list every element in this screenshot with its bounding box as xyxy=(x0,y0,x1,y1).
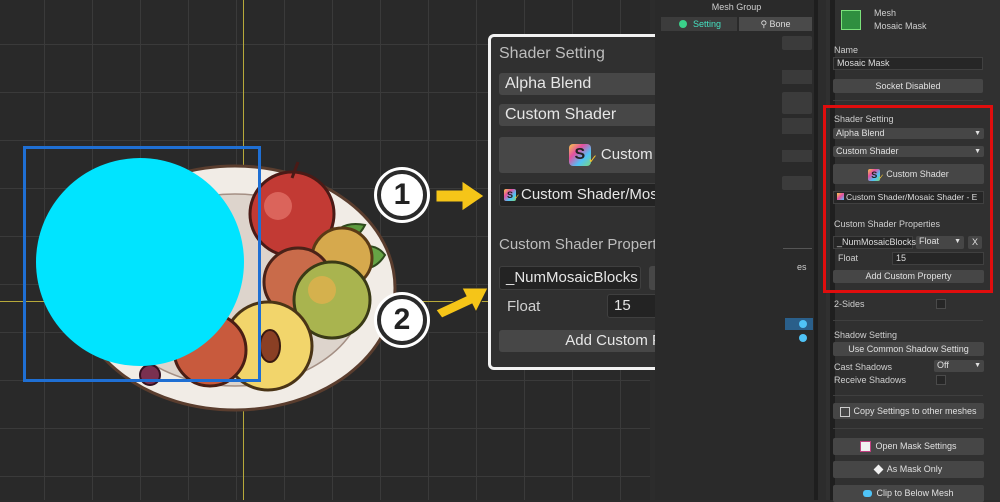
shader-type-dropdown-small[interactable]: Custom Shader ▼ xyxy=(833,146,984,157)
visibility-icon[interactable] xyxy=(799,320,807,328)
two-sides-checkbox[interactable] xyxy=(936,299,946,309)
mesh-group-header: Mesh Group xyxy=(711,2,762,12)
two-sides-label: 2-Sides xyxy=(834,299,865,309)
shadow-setting-title: Shadow Setting xyxy=(834,330,898,340)
receive-shadows-checkbox[interactable] xyxy=(936,375,946,385)
cast-shadows-label: Cast Shadows xyxy=(834,362,893,372)
name-label: Name xyxy=(834,45,859,55)
shader-asset-small-value: Custom Shader/Mosaic Shader - E xyxy=(846,192,978,202)
copy-icon xyxy=(840,406,851,417)
blend-mode-dropdown-small[interactable]: Alpha Blend ▼ xyxy=(833,128,984,139)
clip-to-below-mesh-label: Clip to Below Mesh xyxy=(876,488,954,498)
shader-asset-field-small[interactable]: Custom Shader/Mosaic Shader - E xyxy=(833,191,984,204)
as-mask-only-label: As Mask Only xyxy=(886,464,943,474)
blend-mode-value: Alpha Blend xyxy=(505,75,592,92)
mid-divider xyxy=(783,248,812,249)
bone-icon: ⚲ xyxy=(760,19,770,29)
mesh-icon xyxy=(841,10,861,30)
socket-disabled-button[interactable]: Socket Disabled xyxy=(833,79,983,93)
shader-type-small-value: Custom Shader xyxy=(836,146,899,156)
copy-settings-button[interactable]: Copy Settings to other meshes xyxy=(833,403,984,419)
receive-shadows-label: Receive Shadows xyxy=(834,375,907,385)
callout-badge-2: 2 xyxy=(377,295,427,345)
mid-button-2[interactable] xyxy=(782,92,812,114)
shader-setting-title: Shader Setting xyxy=(834,114,894,124)
tab-setting[interactable]: Setting xyxy=(661,17,737,31)
clip-to-below-mesh-button[interactable]: Clip to Below Mesh xyxy=(833,485,984,502)
float-label-small: Float xyxy=(838,253,859,263)
tab-setting-label: Setting xyxy=(693,19,722,29)
custom-props-title: Custom Shader Properties xyxy=(499,236,676,253)
mask-settings-icon xyxy=(860,441,872,453)
mid-field-1[interactable] xyxy=(782,70,812,84)
cast-shadows-value: Off xyxy=(937,360,949,370)
blend-mode-small-value: Alpha Blend xyxy=(836,128,885,138)
separator xyxy=(833,100,983,101)
name-field[interactable]: Mosaic Mask xyxy=(833,57,983,70)
callout-badge-1: 1 xyxy=(377,170,427,220)
shader-asset-icon: S ✓ xyxy=(504,189,520,202)
mid-button-3[interactable] xyxy=(782,176,812,190)
custom-shader-icon: S ✓ xyxy=(868,168,884,181)
dropdown-arrow-icon: ▼ xyxy=(974,362,981,369)
setting-icon xyxy=(679,20,687,28)
remove-property-button-small[interactable]: X xyxy=(968,236,982,249)
float-value-field-small[interactable]: 15 xyxy=(892,252,984,265)
yellow-arrow-1 xyxy=(435,180,485,212)
mid-field-3[interactable] xyxy=(782,150,812,162)
float-value-label: Float xyxy=(507,298,541,315)
property-name-field[interactable]: _NumMosaicBlocks xyxy=(499,266,641,290)
property-type-small-value: Float xyxy=(919,236,940,246)
as-mask-only-button[interactable]: As Mask Only xyxy=(833,461,984,478)
mesh-name-header: Mosaic Mask xyxy=(874,21,927,31)
mid-field-2[interactable] xyxy=(782,118,812,134)
mesh-group-panel: Mesh Group Setting ⚲ Bone es xyxy=(655,0,818,500)
mask-only-icon xyxy=(873,464,884,475)
dropdown-arrow-icon: ▼ xyxy=(974,130,981,137)
custom-props-title-small: Custom Shader Properties xyxy=(834,219,941,229)
separator xyxy=(833,395,983,396)
open-mask-settings-label: Open Mask Settings xyxy=(875,441,957,451)
shader-type-value: Custom Shader xyxy=(505,106,617,123)
property-type-dropdown-small[interactable]: Float ▼ xyxy=(916,236,964,249)
inspector-panel: Mesh Mosaic Mask Name Mosaic Mask Socket… xyxy=(823,0,1000,502)
mesh-type-label: Mesh xyxy=(874,8,897,18)
mid-scrollbar[interactable] xyxy=(814,0,818,500)
tab-bone[interactable]: ⚲ Bone xyxy=(739,17,812,31)
cast-shadows-dropdown[interactable]: Off ▼ xyxy=(934,360,984,372)
copy-settings-label: Copy Settings to other meshes xyxy=(853,406,977,416)
visibility-icon[interactable] xyxy=(799,334,807,342)
tab-bone-label: Bone xyxy=(769,19,791,29)
dropdown-arrow-icon: ▼ xyxy=(954,238,961,245)
mid-selected-row[interactable] xyxy=(785,318,813,330)
property-name-field-small[interactable]: _NumMosaicBlocks xyxy=(833,236,916,249)
custom-shader-small-label: Custom Shader xyxy=(886,169,949,179)
separator xyxy=(833,320,983,321)
shader-asset-small-icon xyxy=(837,193,844,200)
add-custom-property-button-small[interactable]: Add Custom Property xyxy=(833,270,984,283)
callout-title: Shader Setting xyxy=(499,45,605,62)
custom-shader-icon: S ✓ xyxy=(568,144,598,167)
mid-partial-label: es xyxy=(797,262,807,272)
dropdown-arrow-icon: ▼ xyxy=(974,148,981,155)
custom-shader-button-small[interactable]: S ✓ Custom Shader xyxy=(833,164,984,184)
yellow-arrow-2 xyxy=(435,287,489,319)
use-common-shadow-button[interactable]: Use Common Shadow Setting xyxy=(833,342,984,356)
selection-box[interactable] xyxy=(23,146,261,382)
mid-button-1[interactable] xyxy=(782,36,812,50)
clip-icon xyxy=(863,490,873,498)
open-mask-settings-button[interactable]: Open Mask Settings xyxy=(833,438,984,455)
separator xyxy=(833,428,983,429)
